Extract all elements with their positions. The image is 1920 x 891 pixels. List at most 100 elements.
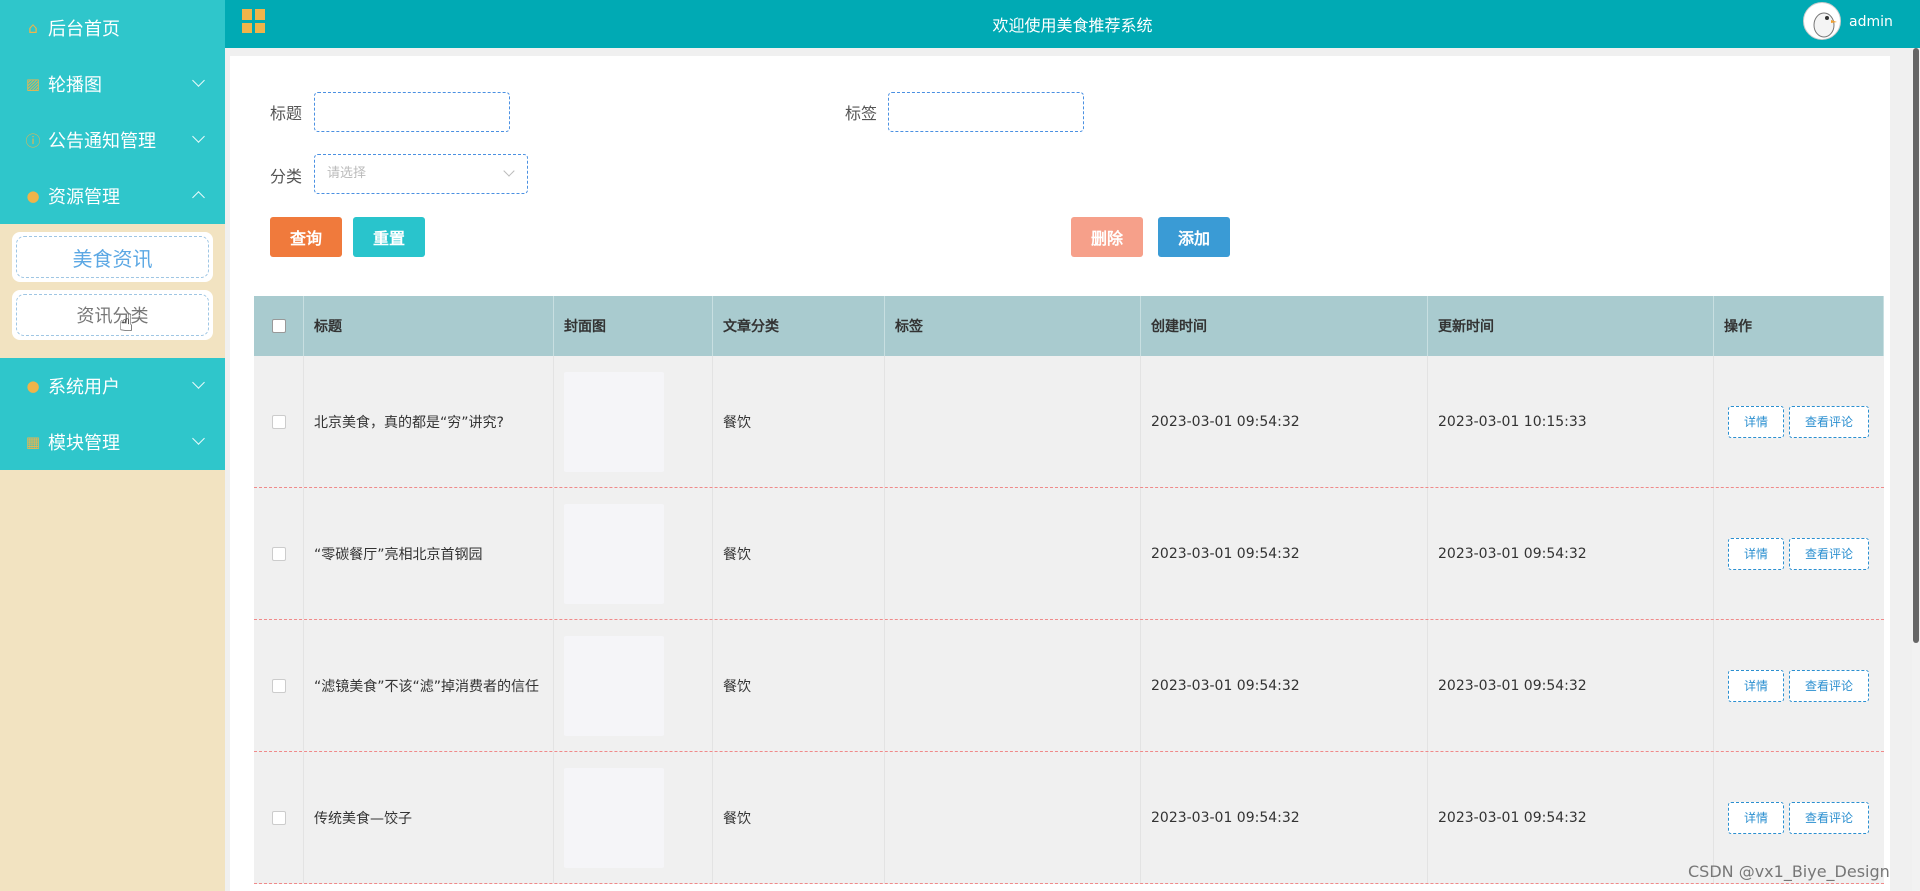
- row-actions: 详情 查看评论: [1714, 620, 1884, 751]
- image-icon: ▨: [25, 75, 41, 93]
- user-icon: ●: [26, 377, 40, 395]
- select-all-cell: [254, 296, 304, 356]
- row-category: 餐饮: [713, 620, 885, 751]
- news-table: 标题 封面图 文章分类 标签 创建时间 更新时间 操作 北京美食，真的都是“穷”…: [254, 296, 1884, 884]
- title-label: 标题: [270, 104, 303, 123]
- detail-button[interactable]: 详情: [1728, 537, 1784, 570]
- hand-cursor-icon: ☝: [119, 309, 134, 337]
- sidebar-menu-lower: ● 系统用户 ▦ 模块管理: [0, 358, 225, 470]
- title-input[interactable]: [314, 92, 510, 132]
- page-scrollbar[interactable]: [1912, 48, 1920, 891]
- sidebar-item-resources[interactable]: ● 资源管理: [0, 168, 225, 224]
- header-title: 欢迎使用美食推荐系统: [992, 16, 1153, 35]
- sidebar-item-label: 资源管理: [48, 187, 120, 208]
- cover-image: [564, 503, 664, 604]
- header-updated[interactable]: 更新时间: [1428, 296, 1714, 356]
- query-button[interactable]: 查询: [270, 217, 342, 257]
- row-checkbox[interactable]: [271, 678, 286, 693]
- tag-input[interactable]: [888, 92, 1084, 132]
- sidebar-item-users[interactable]: ● 系统用户: [0, 358, 225, 414]
- row-checkbox[interactable]: [271, 546, 286, 561]
- submenu-item-food-news[interactable]: 美食资讯: [12, 232, 213, 282]
- reset-button[interactable]: 重置: [353, 217, 425, 257]
- detail-button[interactable]: 详情: [1728, 801, 1784, 834]
- table-row: 北京美食，真的都是“穷”讲究? 餐饮 2023-03-01 09:54:32 2…: [254, 356, 1884, 488]
- sidebar-item-notice[interactable]: ⓘ 公告通知管理: [0, 112, 225, 168]
- row-checkbox[interactable]: [271, 810, 286, 825]
- sidebar-item-label: 模块管理: [48, 433, 120, 454]
- chevron-down-icon: [503, 165, 515, 177]
- sidebar-item-label: 公告通知管理: [48, 131, 156, 152]
- sidebar-item-home[interactable]: ⌂ 后台首页: [0, 0, 225, 56]
- submenu-item-news-category[interactable]: 资讯分类: [12, 290, 213, 340]
- chevron-down-icon: [192, 74, 205, 87]
- row-title: “零碳餐厅”亮相北京首钢园: [304, 488, 554, 619]
- detail-button[interactable]: 详情: [1728, 669, 1784, 702]
- table-row: “滤镜美食”不该“滤”掉消费者的信任 餐饮 2023-03-01 09:54:3…: [254, 620, 1884, 752]
- view-comments-button[interactable]: 查看评论: [1789, 669, 1869, 702]
- chevron-down-icon: [192, 376, 205, 389]
- cover-image: [564, 635, 664, 736]
- resources-submenu: 美食资讯 资讯分类: [0, 224, 225, 358]
- add-button[interactable]: 添加: [1158, 217, 1230, 257]
- avatar[interactable]: [1803, 2, 1841, 40]
- sidebar-item-label: 系统用户: [48, 377, 120, 398]
- category-select[interactable]: 请选择: [314, 154, 528, 194]
- row-updated: 2023-03-01 09:54:32: [1428, 620, 1714, 751]
- submenu-item-label: 资讯分类: [16, 294, 209, 336]
- detail-button[interactable]: 详情: [1728, 405, 1784, 438]
- row-checkbox[interactable]: [271, 414, 286, 429]
- scrollbar-thumb[interactable]: [1913, 48, 1919, 643]
- select-all-checkbox[interactable]: [271, 319, 286, 333]
- sidebar-item-label: 后台首页: [48, 19, 120, 40]
- username[interactable]: admin: [1849, 14, 1893, 30]
- sidebar: ⌂ 后台首页 ▨ 轮播图 ⓘ 公告通知管理 ● 资源管理 美食资讯 资讯分类 ● 系统用户…: [0, 0, 225, 891]
- location-icon: ●: [26, 187, 40, 205]
- header-title[interactable]: 标题: [304, 296, 554, 356]
- header-created[interactable]: 创建时间: [1141, 296, 1428, 356]
- table-row: “零碳餐厅”亮相北京首钢园 餐饮 2023-03-01 09:54:32 202…: [254, 488, 1884, 620]
- row-title: “滤镜美食”不该“滤”掉消费者的信任: [304, 620, 554, 751]
- row-actions: 详情 查看评论: [1714, 356, 1884, 487]
- cover-image: [564, 767, 664, 868]
- row-updated: 2023-03-01 10:15:33: [1428, 356, 1714, 487]
- row-cover-cell: [554, 488, 713, 619]
- sidebar-menu: ⌂ 后台首页 ▨ 轮播图 ⓘ 公告通知管理 ● 资源管理: [0, 0, 225, 224]
- header-tag: 标签: [885, 296, 1141, 356]
- chevron-up-icon: [192, 191, 205, 204]
- row-category: 餐饮: [713, 356, 885, 487]
- row-select-cell: [254, 752, 304, 883]
- cover-image: [564, 371, 664, 472]
- header-category[interactable]: 文章分类: [713, 296, 885, 356]
- sidebar-item-carousel[interactable]: ▨ 轮播图: [0, 56, 225, 112]
- row-cover-cell: [554, 752, 713, 883]
- row-select-cell: [254, 488, 304, 619]
- row-tag: [885, 620, 1141, 751]
- sidebar-item-label: 轮播图: [48, 75, 102, 96]
- row-title: 传统美食—饺子: [304, 752, 554, 883]
- view-comments-button[interactable]: 查看评论: [1789, 801, 1869, 834]
- view-comments-button[interactable]: 查看评论: [1789, 537, 1869, 570]
- delete-button[interactable]: 删除: [1071, 217, 1143, 257]
- row-category: 餐饮: [713, 488, 885, 619]
- row-title: 北京美食，真的都是“穷”讲究?: [304, 356, 554, 487]
- watermark: CSDN @vx1_Biye_Design: [1688, 862, 1890, 881]
- row-created: 2023-03-01 09:54:32: [1141, 620, 1428, 751]
- row-tag: [885, 752, 1141, 883]
- row-cover-cell: [554, 620, 713, 751]
- tag-label: 标签: [845, 104, 878, 123]
- grid-icon: ▦: [25, 433, 41, 451]
- row-created: 2023-03-01 09:54:32: [1141, 488, 1428, 619]
- view-comments-button[interactable]: 查看评论: [1789, 405, 1869, 438]
- sidebar-item-modules[interactable]: ▦ 模块管理: [0, 414, 225, 470]
- row-select-cell: [254, 356, 304, 487]
- category-placeholder: 请选择: [327, 166, 367, 181]
- submenu-item-label: 美食资讯: [16, 236, 209, 278]
- table-row: 传统美食—饺子 餐饮 2023-03-01 09:54:32 2023-03-0…: [254, 752, 1884, 884]
- table-header: 标题 封面图 文章分类 标签 创建时间 更新时间 操作: [254, 296, 1884, 356]
- info-icon: ⓘ: [25, 131, 41, 150]
- row-updated: 2023-03-01 09:54:32: [1428, 752, 1714, 883]
- row-created: 2023-03-01 09:54:32: [1141, 752, 1428, 883]
- row-actions: 详情 查看评论: [1714, 488, 1884, 619]
- top-header: 欢迎使用美食推荐系统 admin: [225, 0, 1920, 48]
